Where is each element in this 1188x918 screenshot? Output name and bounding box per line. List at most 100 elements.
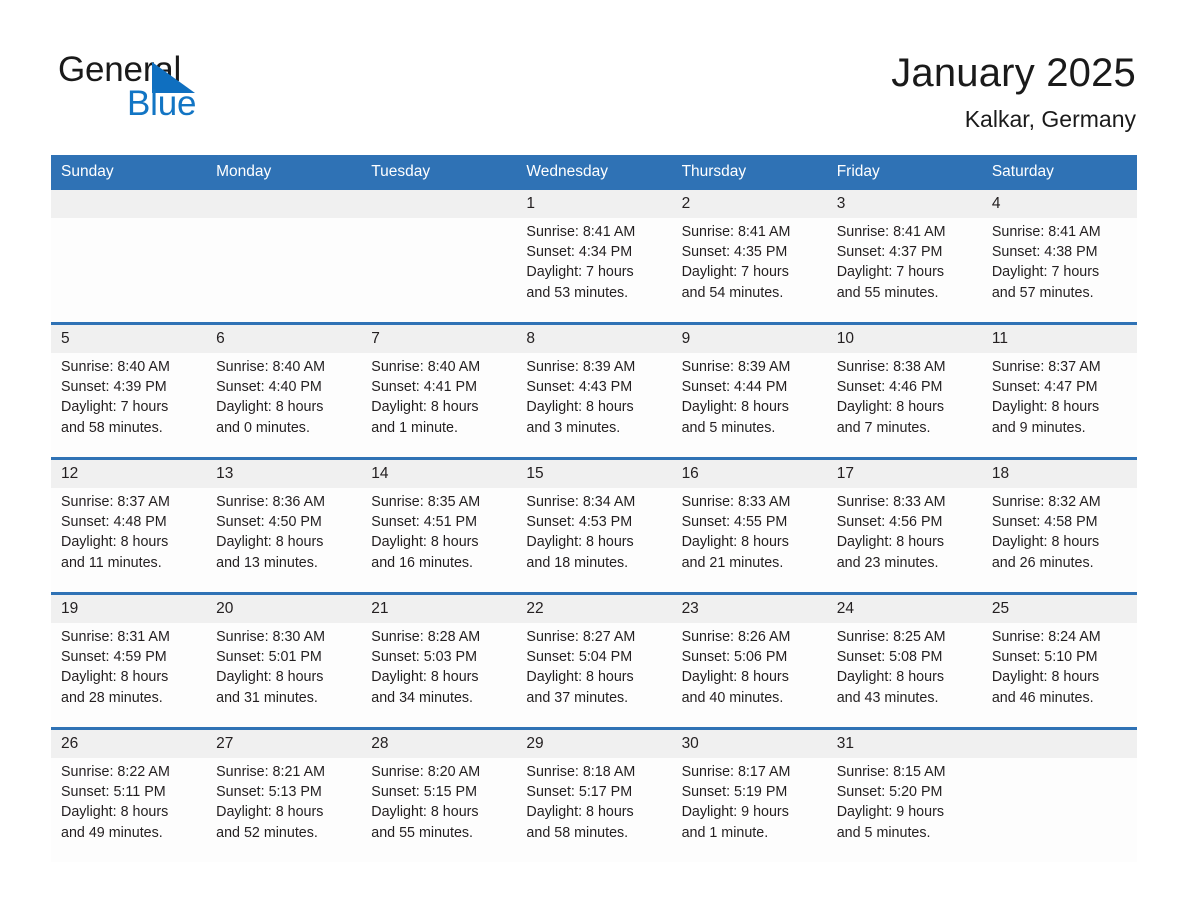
sunset-text: Sunset: 4:34 PM <box>526 244 633 261</box>
day-number[interactable]: 10 <box>826 322 982 353</box>
sunrise-text: Sunrise: 8:41 AM <box>836 224 946 240</box>
daylight-text: Daylight: 8 hours <box>836 399 944 416</box>
day-number[interactable]: 28 <box>361 727 517 758</box>
day-number[interactable]: 16 <box>671 457 827 488</box>
day-cell[interactable]: Sunrise: 8:34 AM Sunset: 4:53 PM Daylight:… <box>516 488 672 594</box>
daylight-text: Daylight: 8 hours <box>526 399 634 416</box>
day-cell[interactable]: Sunrise: 8:33 AM Sunset: 4:56 PM Daylight:… <box>826 488 982 594</box>
day-cell[interactable]: Sunrise: 8:37 AM Sunset: 4:48 PM Daylight:… <box>51 488 207 594</box>
general-blue-logo[interactable]: General Blue <box>58 51 378 131</box>
weekday-header-friday: Friday <box>826 155 982 190</box>
day-number[interactable]: 2 <box>671 190 827 218</box>
sunrise-text: Sunrise: 8:22 AM <box>61 764 170 780</box>
day-cell[interactable]: Sunrise: 8:40 AM Sunset: 4:40 PM Daylight:… <box>206 353 362 459</box>
day-cell[interactable]: Sunrise: 8:41 AM Sunset: 4:35 PM Daylight:… <box>671 218 827 324</box>
day-cell[interactable]: Sunrise: 8:33 AM Sunset: 4:55 PM Daylight:… <box>671 488 827 594</box>
day-number[interactable]: 15 <box>516 457 672 488</box>
day-cell[interactable]: Sunrise: 8:30 AM Sunset: 5:01 PM Daylight:… <box>206 623 362 729</box>
sunrise-text: Sunrise: 8:35 AM <box>371 494 481 510</box>
daylight-text-cont: and 55 minutes. <box>836 284 939 301</box>
day-number[interactable]: 23 <box>671 592 827 623</box>
day-cell[interactable]: Sunrise: 8:39 AM Sunset: 4:44 PM Daylight:… <box>671 353 827 459</box>
day-cell[interactable]: Sunrise: 8:21 AM Sunset: 5:13 PM Daylight:… <box>206 758 362 862</box>
day-number[interactable]: 29 <box>516 727 672 758</box>
sunset-text: Sunset: 4:41 PM <box>371 379 477 396</box>
day-number[interactable]: 6 <box>206 322 362 353</box>
sunset-text: Sunset: 4:40 PM <box>216 379 322 396</box>
daylight-text-cont: and 49 minutes. <box>61 824 163 841</box>
day-cell[interactable]: Sunrise: 8:26 AM Sunset: 5:06 PM Daylight:… <box>671 623 827 729</box>
day-cell[interactable]: Sunrise: 8:37 AM Sunset: 4:47 PM Daylight:… <box>981 353 1137 459</box>
day-number[interactable]: 18 <box>981 457 1137 488</box>
daylight-text: Daylight: 8 hours <box>216 669 324 686</box>
day-number[interactable]: 8 <box>516 322 672 353</box>
day-cell[interactable]: Sunrise: 8:41 AM Sunset: 4:37 PM Daylight:… <box>826 218 982 324</box>
day-cell[interactable]: Sunrise: 8:20 AM Sunset: 5:15 PM Daylight:… <box>361 758 517 862</box>
day-cell[interactable]: Sunrise: 8:38 AM Sunset: 4:46 PM Daylight:… <box>826 353 982 459</box>
daylight-text-cont: and 54 minutes. <box>681 284 784 301</box>
day-cell[interactable]: Sunrise: 8:40 AM Sunset: 4:39 PM Daylight:… <box>51 353 207 459</box>
sunrise-text: Sunrise: 8:41 AM <box>526 224 636 240</box>
sunrise-text: Sunrise: 8:40 AM <box>61 359 170 375</box>
daylight-text: Daylight: 7 hours <box>681 264 789 281</box>
day-number[interactable]: 14 <box>361 457 517 488</box>
day-number[interactable]: 27 <box>206 727 362 758</box>
daylight-text: Daylight: 8 hours <box>526 669 634 686</box>
day-number[interactable]: 5 <box>51 322 207 353</box>
day-cell-empty <box>981 758 1137 862</box>
weekday-header-saturday: Saturday <box>981 155 1137 190</box>
day-cell[interactable]: Sunrise: 8:15 AM Sunset: 5:20 PM Daylight:… <box>826 758 982 862</box>
day-cell[interactable]: Sunrise: 8:39 AM Sunset: 4:43 PM Daylight:… <box>516 353 672 459</box>
sunset-text: Sunset: 5:10 PM <box>991 649 1098 666</box>
day-number[interactable]: 21 <box>361 592 517 623</box>
day-number[interactable]: 30 <box>671 727 827 758</box>
day-cell[interactable]: Sunrise: 8:36 AM Sunset: 4:50 PM Daylight:… <box>206 488 362 594</box>
day-number[interactable]: 22 <box>516 592 672 623</box>
day-cell[interactable]: Sunrise: 8:25 AM Sunset: 5:08 PM Daylight:… <box>826 623 982 729</box>
day-cell[interactable]: Sunrise: 8:28 AM Sunset: 5:03 PM Daylight:… <box>361 623 517 729</box>
day-cell[interactable]: Sunrise: 8:41 AM Sunset: 4:38 PM Daylight:… <box>981 218 1137 324</box>
daylight-text: Daylight: 8 hours <box>371 804 479 821</box>
week-detail-row: Sunrise: 8:40 AM Sunset: 4:39 PM Daylight:… <box>51 353 1137 459</box>
day-cell[interactable]: Sunrise: 8:18 AM Sunset: 5:17 PM Daylight:… <box>516 758 672 862</box>
daylight-text: Daylight: 7 hours <box>991 264 1100 281</box>
day-number[interactable]: 31 <box>826 727 982 758</box>
day-cell[interactable]: Sunrise: 8:22 AM Sunset: 5:11 PM Daylight:… <box>51 758 207 862</box>
day-number[interactable]: 20 <box>206 592 362 623</box>
daylight-text-cont: and 52 minutes. <box>216 824 318 841</box>
day-cell[interactable]: Sunrise: 8:24 AM Sunset: 5:10 PM Daylight:… <box>981 623 1137 729</box>
day-number[interactable]: 4 <box>981 190 1137 218</box>
day-number-empty <box>981 727 1137 758</box>
daylight-text: Daylight: 8 hours <box>216 804 324 821</box>
day-number[interactable]: 26 <box>51 727 207 758</box>
day-number[interactable]: 11 <box>981 322 1137 353</box>
day-number-empty <box>361 190 517 218</box>
day-number[interactable]: 13 <box>206 457 362 488</box>
day-number[interactable]: 9 <box>671 322 827 353</box>
day-number[interactable]: 7 <box>361 322 517 353</box>
sunset-text: Sunset: 5:17 PM <box>526 784 633 801</box>
sunset-text: Sunset: 4:48 PM <box>61 514 167 531</box>
daylight-text: Daylight: 8 hours <box>991 534 1100 551</box>
day-cell[interactable]: Sunrise: 8:32 AM Sunset: 4:58 PM Daylight:… <box>981 488 1137 594</box>
day-cell[interactable]: Sunrise: 8:35 AM Sunset: 4:51 PM Daylight:… <box>361 488 517 594</box>
day-cell[interactable]: Sunrise: 8:31 AM Sunset: 4:59 PM Daylight:… <box>51 623 207 729</box>
day-number[interactable]: 1 <box>516 190 672 218</box>
day-number[interactable]: 19 <box>51 592 207 623</box>
daylight-text-cont: and 7 minutes. <box>836 419 931 436</box>
day-cell[interactable]: Sunrise: 8:41 AM Sunset: 4:34 PM Daylight:… <box>516 218 672 324</box>
sunset-text: Sunset: 4:43 PM <box>526 379 633 396</box>
daylight-text-cont: and 34 minutes. <box>371 689 474 706</box>
sunrise-text: Sunrise: 8:18 AM <box>526 764 636 780</box>
day-number[interactable]: 17 <box>826 457 982 488</box>
day-cell[interactable]: Sunrise: 8:17 AM Sunset: 5:19 PM Daylight:… <box>671 758 827 862</box>
sunrise-text: Sunrise: 8:33 AM <box>836 494 946 510</box>
day-cell-empty <box>206 218 362 324</box>
day-number[interactable]: 3 <box>826 190 982 218</box>
day-number[interactable]: 25 <box>981 592 1137 623</box>
day-number[interactable]: 24 <box>826 592 982 623</box>
day-number[interactable]: 12 <box>51 457 207 488</box>
day-cell[interactable]: Sunrise: 8:40 AM Sunset: 4:41 PM Daylight:… <box>361 353 517 459</box>
sunset-text: Sunset: 5:20 PM <box>836 784 943 801</box>
day-cell[interactable]: Sunrise: 8:27 AM Sunset: 5:04 PM Daylight:… <box>516 623 672 729</box>
